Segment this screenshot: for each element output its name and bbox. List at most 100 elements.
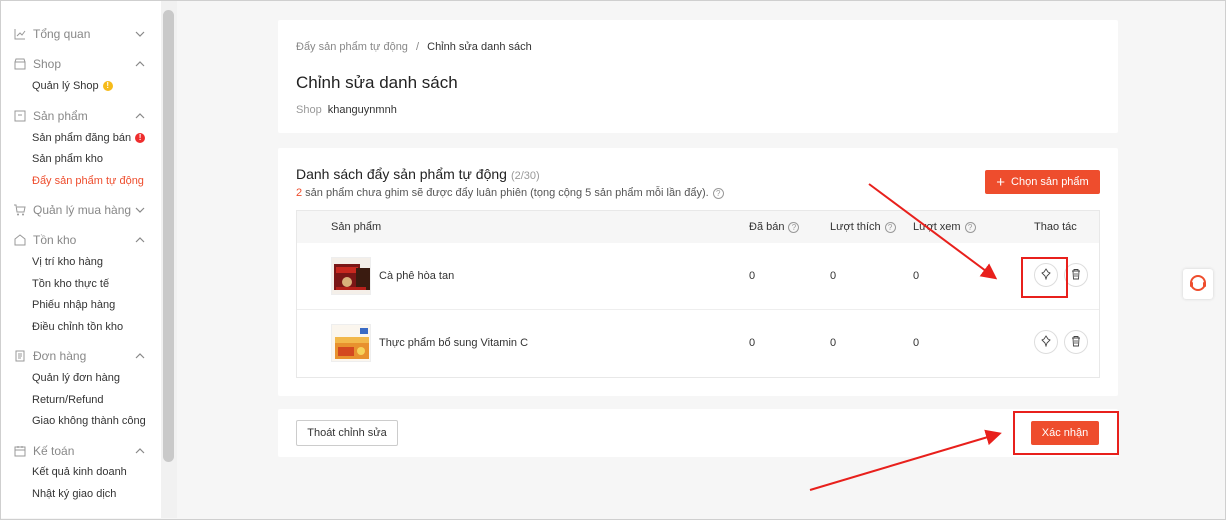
sidebar-item-stock-products[interactable]: Sản phẩm kho [32,153,103,165]
sidebar-item-shop-management[interactable]: Quản lý Shop! [32,80,113,92]
warning-badge: ! [102,81,113,92]
breadcrumb-current: Chỉnh sửa danh sách [427,41,532,53]
col-likes: Lượt thích? [830,221,896,233]
chevron-up-icon [133,109,147,123]
sidebar-item-failed-delivery[interactable]: Giao không thành công [32,415,146,427]
footer-card: Thoát chỉnh sửa Xác nhận [278,409,1118,457]
breadcrumb-parent[interactable]: Đẩy sản phẩm tự động [296,41,408,53]
pin-icon [1040,267,1052,283]
plus-icon: + [996,173,1006,191]
sidebar-item-transaction-log[interactable]: Nhật ký giao dịch [32,488,116,500]
trash-icon [1070,268,1082,283]
col-likes-label: Lượt thích [830,221,881,233]
sidebar-item-business-results[interactable]: Kết quả kinh doanh [32,466,127,478]
table-row: Thực phẩm bổ sung Vitamin C 0 0 0 [297,310,1099,377]
delete-button[interactable] [1064,263,1088,287]
breadcrumb-separator: / [416,41,420,53]
sidebar-group-shop[interactable]: Shop [13,55,153,73]
sidebar-group-label: Đơn hàng [33,349,87,363]
order-icon [13,349,27,363]
table-header: Sản phẩm Đã bán? Lượt thích? Lượt xem? T… [297,211,1099,243]
sidebar-item-auto-push[interactable]: Đẩy sản phẩm tự động [32,175,144,187]
sidebar-item-goods-receipt[interactable]: Phiếu nhập hàng [32,299,115,311]
accounting-icon [13,444,27,458]
sidebar-item-return-refund[interactable]: Return/Refund [32,394,104,406]
breadcrumb: Đẩy sản phẩm tự động / Chỉnh sửa danh sá… [296,41,532,53]
views-value: 0 [913,270,920,282]
sidebar-item-stock-adjustment[interactable]: Điều chỉnh tồn kho [32,321,123,333]
list-note: 2 sản phẩm chưa ghim sẽ được đẩy luân ph… [296,187,724,199]
chart-line-icon [13,27,27,41]
sidebar-group-accounting[interactable]: Kế toán [13,442,153,460]
support-chat-button[interactable] [1183,269,1213,299]
product-list-card: Danh sách đẩy sản phẩm tự động (2/30) 2 s… [278,148,1118,396]
col-sold: Đã bán? [749,221,800,233]
list-title-text: Danh sách đẩy sản phẩm tự động [296,166,507,182]
product-thumbnail[interactable] [331,257,371,295]
chevron-down-icon [133,203,147,217]
likes-value: 0 [830,270,837,282]
list-count: (2/30) [510,170,540,182]
confirm-button[interactable]: Xác nhận [1031,421,1099,445]
col-sold-label: Đã bán [749,221,785,233]
headset-icon [1188,273,1208,296]
sidebar-group-inventory[interactable]: Tồn kho [13,231,153,249]
sidebar-group-products[interactable]: Sản phẩm [13,107,153,125]
chevron-up-icon [133,233,147,247]
help-icon[interactable]: ? [884,221,896,233]
sidebar-item-label: Sản phẩm đăng bán [32,132,132,144]
header-card: Đẩy sản phẩm tự động / Chỉnh sửa danh sá… [278,20,1118,133]
list-note-text: sản phẩm chưa ghim sẽ được đẩy luân phiê… [302,187,709,199]
sidebar-item-listed-products[interactable]: Sản phẩm đăng bán! [32,132,146,144]
cart-icon [13,203,27,217]
sidebar: Tổng quan Shop Quản lý Shop! Sản phẩm Sả… [1,1,161,518]
sidebar-group-label: Quản lý mua hàng [33,203,132,217]
help-icon[interactable]: ? [964,221,976,233]
col-views: Lượt xem? [913,221,976,233]
sidebar-group-label: Tồn kho [33,233,77,247]
sidebar-group-label: Tổng quan [33,27,91,41]
table-row: Cà phê hòa tan 0 0 0 [297,243,1099,310]
list-title: Danh sách đẩy sản phẩm tự động (2/30) [296,166,540,182]
pin-button[interactable] [1034,330,1058,354]
sidebar-group-overview[interactable]: Tổng quan [13,25,153,43]
shop-label: Shop [296,104,322,116]
product-icon [13,109,27,123]
sold-value: 0 [749,270,756,282]
sidebar-item-order-management[interactable]: Quản lý đơn hàng [32,372,120,384]
col-product: Sản phẩm [331,221,382,233]
choose-product-label: Chọn sản phẩm [1011,176,1089,188]
product-table: Sản phẩm Đã bán? Lượt thích? Lượt xem? T… [296,210,1100,378]
choose-product-button[interactable]: + Chọn sản phẩm [985,170,1100,194]
shop-icon [13,57,27,71]
sold-value: 0 [749,337,756,349]
product-name[interactable]: Thực phẩm bổ sung Vitamin C [379,337,528,349]
chevron-down-icon [133,27,147,41]
help-icon[interactable]: ? [788,221,800,233]
chevron-up-icon [133,57,147,71]
chevron-up-icon [133,444,147,458]
pin-icon [1040,334,1052,350]
product-thumbnail[interactable] [331,324,371,362]
pin-button[interactable] [1034,263,1058,287]
sidebar-group-label: Sản phẩm [33,109,88,123]
exit-edit-button[interactable]: Thoát chỉnh sửa [296,420,398,446]
views-value: 0 [913,337,920,349]
sidebar-scrollbar[interactable] [163,10,174,462]
sidebar-item-actual-stock[interactable]: Tồn kho thực tế [32,278,109,290]
sidebar-group-orders[interactable]: Đơn hàng [13,347,153,365]
sidebar-item-label: Quản lý Shop [32,80,99,92]
sidebar-group-label: Shop [33,57,62,71]
error-badge: ! [135,133,146,144]
warehouse-icon [13,233,27,247]
delete-button[interactable] [1064,330,1088,354]
trash-icon [1070,335,1082,350]
sidebar-item-warehouse-location[interactable]: Vị trí kho hàng [32,256,103,268]
product-name[interactable]: Cà phê hòa tan [379,270,454,282]
help-icon[interactable]: ? [712,187,724,199]
col-views-label: Lượt xem [913,221,961,233]
chevron-up-icon [133,349,147,363]
sidebar-group-purchasing[interactable]: Quản lý mua hàng [13,201,153,219]
page-title: Chỉnh sửa danh sách [296,73,458,92]
likes-value: 0 [830,337,837,349]
